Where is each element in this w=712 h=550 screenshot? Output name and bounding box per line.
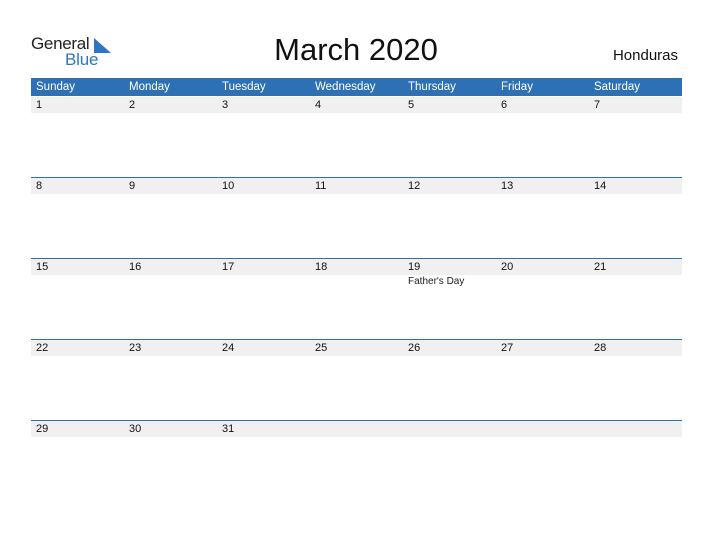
- day-cell[interactable]: [496, 421, 589, 501]
- day-cell[interactable]: 29: [31, 421, 124, 501]
- day-number: [594, 421, 682, 437]
- day-number: 24: [222, 342, 235, 354]
- day-number: 26: [408, 342, 421, 354]
- day-number: 9: [129, 180, 136, 192]
- day-cell[interactable]: 5: [403, 97, 496, 177]
- day-cell[interactable]: 8: [31, 178, 124, 258]
- day-cell[interactable]: 7: [589, 97, 682, 177]
- day-cell[interactable]: 21: [589, 259, 682, 339]
- day-number: 28: [594, 342, 607, 354]
- week-row: 8 9 10 11 12 13 14: [31, 177, 682, 258]
- day-cell[interactable]: 24: [217, 340, 310, 420]
- day-cell[interactable]: 22: [31, 340, 124, 420]
- day-number: 23: [129, 342, 142, 354]
- page-title: March 2020: [274, 32, 438, 67]
- day-number: 3: [222, 99, 229, 111]
- day-cell[interactable]: 25: [310, 340, 403, 420]
- day-cell[interactable]: 16: [124, 259, 217, 339]
- day-cell[interactable]: 14: [589, 178, 682, 258]
- weekday-tuesday: Tuesday: [222, 81, 266, 93]
- weekday-header: Sunday Monday Tuesday Wednesday Thursday…: [31, 78, 682, 96]
- day-cell[interactable]: 11: [310, 178, 403, 258]
- weekday-monday: Monday: [129, 81, 170, 93]
- day-number: 12: [408, 180, 421, 192]
- day-cell[interactable]: 6: [496, 97, 589, 177]
- day-number: 2: [129, 99, 136, 111]
- day-number: 4: [315, 99, 322, 111]
- day-cell[interactable]: 2: [124, 97, 217, 177]
- day-cell[interactable]: 13: [496, 178, 589, 258]
- day-number: 1: [36, 99, 43, 111]
- day-number: 8: [36, 180, 43, 192]
- day-number: [501, 421, 589, 437]
- day-cell[interactable]: 15: [31, 259, 124, 339]
- day-number: 14: [594, 180, 607, 192]
- day-cell[interactable]: 9: [124, 178, 217, 258]
- day-number: 5: [408, 99, 415, 111]
- weekday-thursday: Thursday: [408, 81, 456, 93]
- day-cell[interactable]: 10: [217, 178, 310, 258]
- day-cell[interactable]: 20: [496, 259, 589, 339]
- day-cell[interactable]: 18: [310, 259, 403, 339]
- day-number: 7: [594, 99, 601, 111]
- day-number: 22: [36, 342, 49, 354]
- day-number: 11: [315, 180, 327, 192]
- day-number: [408, 421, 496, 437]
- weekday-wednesday: Wednesday: [315, 81, 376, 93]
- day-cell[interactable]: 30: [124, 421, 217, 501]
- day-cell[interactable]: [403, 421, 496, 501]
- day-number: 20: [501, 261, 514, 273]
- day-number: 17: [222, 261, 235, 273]
- day-number: 29: [36, 423, 49, 435]
- day-number: 25: [315, 342, 328, 354]
- day-number: 13: [501, 180, 514, 192]
- day-cell[interactable]: 23: [124, 340, 217, 420]
- day-cell[interactable]: 12: [403, 178, 496, 258]
- week-row: 22 23 24 25 26 27 28: [31, 339, 682, 420]
- day-cell[interactable]: [589, 421, 682, 501]
- weekday-friday: Friday: [501, 81, 533, 93]
- day-number: 10: [222, 180, 235, 192]
- day-number: 16: [129, 261, 142, 273]
- day-number: 21: [594, 261, 607, 273]
- day-number: 27: [501, 342, 514, 354]
- weekday-saturday: Saturday: [594, 81, 641, 93]
- day-cell[interactable]: 27: [496, 340, 589, 420]
- day-number: 15: [36, 261, 49, 273]
- week-row: 29 30 31: [31, 420, 682, 501]
- week-row: 15 16 17 18 19 Father's Day 20 21: [31, 258, 682, 339]
- day-cell[interactable]: 4: [310, 97, 403, 177]
- day-cell[interactable]: 1: [31, 97, 124, 177]
- week-row: 1 2 3 4 5 6 7: [31, 96, 682, 177]
- day-number: 19: [408, 261, 421, 273]
- day-cell[interactable]: 28: [589, 340, 682, 420]
- day-cell[interactable]: 31: [217, 421, 310, 501]
- day-number: 30: [129, 423, 142, 435]
- weekday-sunday: Sunday: [36, 81, 76, 93]
- holiday-event: Father's Day: [408, 276, 465, 287]
- day-cell[interactable]: 26: [403, 340, 496, 420]
- day-cell[interactable]: 19 Father's Day: [403, 259, 496, 339]
- day-number: [315, 421, 403, 437]
- day-number: 6: [501, 99, 508, 111]
- country-label: Honduras: [612, 47, 678, 64]
- day-number: 18: [315, 261, 328, 273]
- day-number: 31: [222, 423, 235, 435]
- day-cell[interactable]: 17: [217, 259, 310, 339]
- day-cell[interactable]: 3: [217, 97, 310, 177]
- day-cell[interactable]: [310, 421, 403, 501]
